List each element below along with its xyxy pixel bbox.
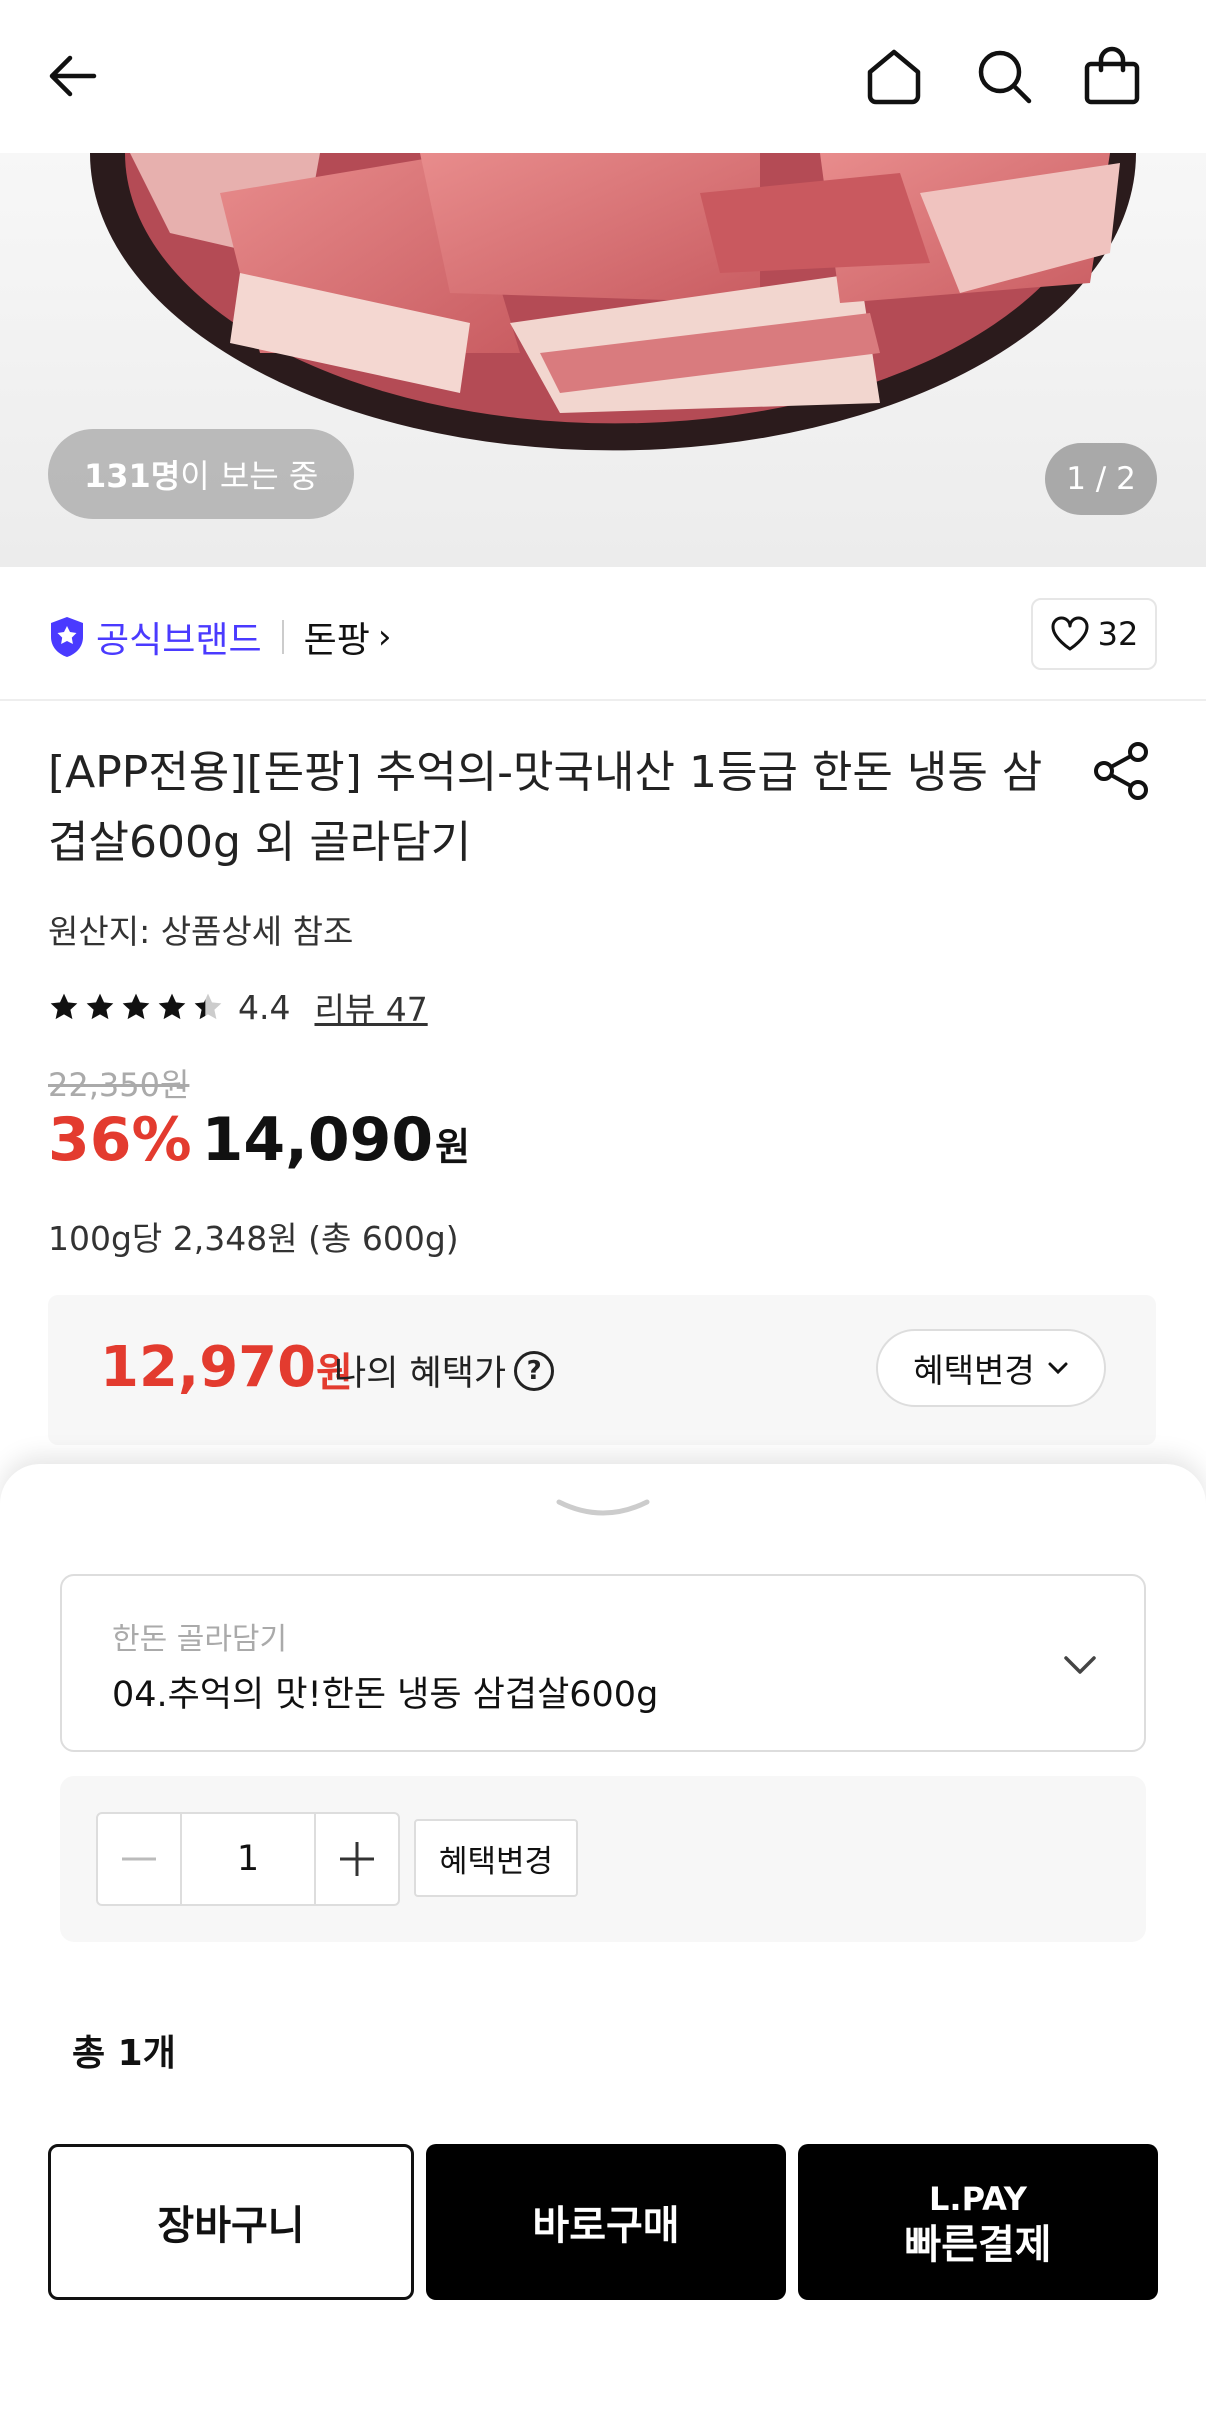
sheet-collapse-handle[interactable] — [553, 1494, 653, 1524]
total-count: 총 1개 — [72, 2033, 176, 2074]
lpay-quick-pay-button[interactable]: L.PAY 빠른결제 — [798, 2144, 1158, 2300]
chevron-right-icon: › — [377, 617, 392, 657]
half-star-icon — [194, 993, 222, 1020]
product-title: [APP전용][돈팡] 추억의-맛국내산 1등급 한돈 냉동 삼겹살600g 외… — [48, 747, 1043, 868]
purchase-bottom-sheet: 한돈 골라담기 04.추억의 맛!한돈 냉동 삼겹살600g 1 혜택변경 총 … — [0, 1464, 1206, 2436]
star-icon — [122, 993, 150, 1020]
benefit-label-text: 나의 혜택가 — [334, 1354, 507, 1394]
top-bar — [0, 0, 1206, 153]
help-icon[interactable]: ? — [514, 1350, 555, 1391]
increase-button[interactable] — [316, 1814, 398, 1904]
add-to-cart-button[interactable]: 장바구니 — [48, 2144, 414, 2300]
quick-pay-label: 빠른결제 — [904, 2222, 1052, 2268]
search-button[interactable] — [966, 38, 1042, 114]
benefit-price-box: 12,970 원 나의 혜택가 ? 혜택변경 — [48, 1295, 1156, 1445]
quantity-box: 1 혜택변경 — [60, 1776, 1146, 1942]
viewers-count: 131명 — [84, 457, 181, 495]
star-icon — [158, 993, 186, 1020]
star-icon — [86, 993, 114, 1020]
benefit-label: 나의 혜택가 ? — [334, 1345, 555, 1396]
rating-score: 4.4 — [238, 987, 291, 1027]
action-buttons: 장바구니 바로구매 L.PAY 빠른결제 — [48, 2144, 1158, 2300]
viewers-suffix: 이 보는 중 — [180, 457, 319, 495]
like-button[interactable]: 32 — [1031, 598, 1157, 670]
image-pager: 1 / 2 — [1045, 443, 1157, 515]
star-icon — [50, 993, 78, 1020]
discount-rate: 36% — [48, 1105, 192, 1175]
option-select[interactable]: 한돈 골라담기 04.추억의 맛!한돈 냉동 삼겹살600g — [60, 1574, 1146, 1752]
benefit-price: 12,970 원 — [100, 1335, 353, 1400]
decrease-button[interactable] — [98, 1814, 180, 1904]
plus-icon — [340, 1842, 374, 1876]
unit-price: 100g당 2,348원 (총 600g) — [48, 1219, 459, 1258]
rating-row: 4.4 리뷰 47 — [48, 982, 428, 1032]
cart-button[interactable] — [1074, 38, 1150, 114]
shopping-bag-icon — [1084, 46, 1140, 105]
search-icon — [978, 50, 1032, 104]
home-button[interactable] — [856, 38, 932, 114]
home-icon — [867, 49, 921, 105]
share-button[interactable] — [1088, 738, 1154, 804]
divider — [281, 620, 284, 654]
minus-icon — [122, 1857, 156, 1861]
back-arrow-icon — [49, 55, 97, 97]
benefit-change-label: 혜택변경 — [913, 1351, 1035, 1390]
original-price: 22,350원 — [48, 1066, 190, 1104]
price-unit: 원 — [435, 1125, 471, 1169]
origin-info: 원산지: 상품상세 참조 — [48, 912, 354, 951]
option-benefit-change-button[interactable]: 혜택변경 — [414, 1819, 578, 1897]
store-name: 돈팡 — [303, 620, 370, 661]
sale-price: 14,090 — [201, 1105, 434, 1175]
quantity-value[interactable]: 1 — [180, 1814, 316, 1904]
chevron-down-icon — [1064, 1656, 1096, 1674]
like-count: 32 — [1097, 615, 1139, 653]
chevron-down-icon — [1048, 1362, 1068, 1375]
review-link[interactable]: 리뷰 47 — [314, 983, 427, 1031]
rating-stars — [48, 991, 224, 1023]
product-image-carousel[interactable]: 131명 이 보는 중 1 / 2 — [0, 153, 1206, 567]
share-icon — [1094, 742, 1148, 800]
option-select-value: 04.추억의 맛!한돈 냉동 삼겹살600g — [112, 1675, 659, 1715]
viewers-badge: 131명 이 보는 중 — [48, 429, 355, 519]
buy-now-button[interactable]: 바로구매 — [426, 2144, 786, 2300]
option-select-label: 한돈 골라담기 — [112, 1622, 288, 1657]
benefit-change-button[interactable]: 혜택변경 — [876, 1329, 1106, 1407]
official-badge-icon — [51, 617, 83, 657]
official-brand-label: 공식브랜드 — [96, 620, 262, 661]
quantity-stepper: 1 — [96, 1812, 400, 1906]
price-row: 36% 14,090 원 — [48, 1105, 470, 1175]
brand-link[interactable]: 공식브랜드 돈팡 › — [48, 607, 391, 667]
heart-icon — [1051, 616, 1089, 651]
brand-row: 공식브랜드 돈팡 › 32 — [0, 567, 1206, 701]
benefit-price-value: 12,970 — [100, 1335, 317, 1400]
back-button[interactable] — [34, 38, 110, 114]
lpay-label: L.PAY — [929, 2180, 1027, 2218]
